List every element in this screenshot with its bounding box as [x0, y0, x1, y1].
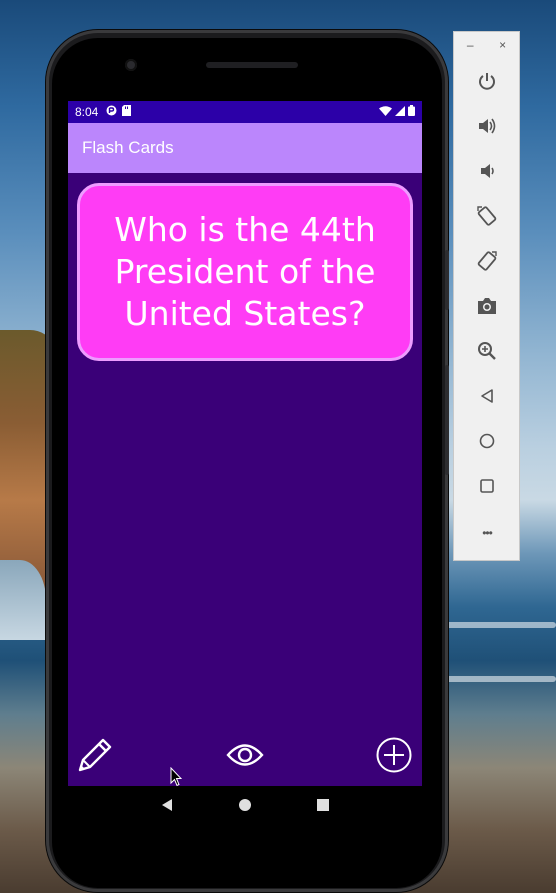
nav-back-button[interactable]: [157, 797, 177, 817]
emulator-toolbar: – × •••: [453, 31, 520, 561]
edit-button[interactable]: [75, 737, 115, 777]
flash-card[interactable]: Who is the 44th President of the United …: [77, 183, 413, 361]
phone-power-button[interactable]: [445, 250, 449, 310]
emulator-screenshot-button[interactable]: [472, 293, 502, 323]
emulator-window-controls: – ×: [454, 38, 519, 56]
overview-icon: [479, 478, 495, 499]
emulator-more-button[interactable]: •••: [472, 518, 502, 548]
add-circle-icon: [375, 736, 413, 779]
emulator-rotate-right-button[interactable]: [472, 248, 502, 278]
phone-volume-rocker[interactable]: [445, 365, 449, 475]
minimize-button[interactable]: –: [467, 38, 474, 56]
emulator-volume-up-button[interactable]: [472, 113, 502, 143]
rotate-left-icon: [476, 205, 498, 232]
emulator-home-button[interactable]: [472, 428, 502, 458]
volume-up-icon: [477, 116, 497, 141]
status-time: 8:04: [75, 105, 99, 119]
wallpaper-wave: [446, 676, 556, 682]
front-camera: [125, 59, 137, 71]
reveal-answer-button[interactable]: [225, 737, 265, 777]
emulator-zoom-button[interactable]: [472, 338, 502, 368]
navigation-bar: [68, 786, 422, 828]
status-indicators: [379, 105, 415, 119]
overview-square-icon: [316, 798, 330, 817]
app-bar: Flash Cards: [68, 123, 422, 173]
battery-icon: [408, 105, 415, 119]
earpiece-speaker: [206, 62, 298, 68]
home-circle-icon: [238, 798, 252, 817]
camera-icon: [477, 297, 497, 320]
more-icon: •••: [482, 526, 493, 540]
zoom-icon: [477, 341, 497, 366]
pencil-icon: [76, 736, 114, 779]
nav-overview-button[interactable]: [313, 797, 333, 817]
play-protect-icon: [106, 105, 117, 119]
mouse-cursor-icon: [170, 766, 183, 792]
rotate-right-icon: [476, 250, 498, 277]
status-bar: 8:04: [68, 101, 422, 123]
app-title: Flash Cards: [82, 138, 174, 157]
emulator-back-button[interactable]: [472, 383, 502, 413]
cell-signal-icon: [395, 105, 405, 119]
card-question: Who is the 44th President of the United …: [114, 210, 376, 333]
emulator-volume-down-button[interactable]: [472, 158, 502, 188]
emulator-rotate-left-button[interactable]: [472, 203, 502, 233]
emulator-overview-button[interactable]: [472, 473, 502, 503]
volume-down-icon: [477, 161, 497, 186]
back-icon: [479, 388, 495, 409]
back-triangle-icon: [160, 798, 174, 817]
nav-home-button[interactable]: [235, 797, 255, 817]
wallpaper-arch: [0, 560, 46, 640]
eye-icon: [226, 742, 264, 773]
wifi-icon: [379, 105, 392, 119]
power-icon: [477, 71, 497, 96]
sd-card-icon: [122, 105, 132, 119]
home-icon: [479, 433, 495, 454]
close-button[interactable]: ×: [499, 38, 506, 56]
phone-screen: 8:04 Flash Cards Who is the 44th Preside…: [68, 101, 422, 786]
emulator-power-button[interactable]: [472, 68, 502, 98]
add-card-button[interactable]: [374, 737, 414, 777]
